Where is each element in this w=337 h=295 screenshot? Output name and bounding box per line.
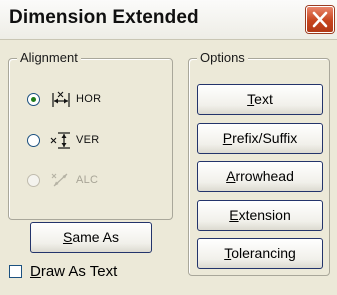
same-as-mnemonic: S bbox=[62, 229, 73, 245]
dimension-extended-dialog: Dimension Extended Alignment HOR VER ALC… bbox=[0, 0, 337, 295]
radio-label-hor: HOR bbox=[76, 93, 102, 105]
horizontal-dimension-icon bbox=[52, 91, 70, 107]
prefix-suffix-button[interactable]: Prefix/Suffix bbox=[197, 123, 323, 154]
text-label: ext bbox=[254, 91, 273, 107]
title-bar[interactable]: Dimension Extended bbox=[0, 0, 337, 40]
radio-label-alc: ALC bbox=[76, 174, 99, 186]
window-title: Dimension Extended bbox=[9, 7, 199, 28]
options-legend: Options bbox=[197, 50, 248, 65]
extension-label: xtension bbox=[238, 207, 291, 223]
vertical-dimension-icon bbox=[50, 132, 70, 149]
close-icon bbox=[312, 11, 328, 28]
alignment-group: Alignment HOR VER ALC bbox=[8, 50, 173, 220]
text-button[interactable]: Text bbox=[197, 84, 323, 115]
extension-mnemonic: E bbox=[229, 207, 239, 223]
tolerancing-button[interactable]: Tolerancing bbox=[197, 238, 323, 269]
arrowhead-label: rrowhead bbox=[235, 168, 294, 184]
draw-as-text-checkbox[interactable]: Draw As Text bbox=[9, 263, 117, 280]
extension-button[interactable]: Extension bbox=[197, 200, 323, 231]
draw-as-text-label: Draw As Text bbox=[30, 263, 117, 280]
radio-ver[interactable]: VER bbox=[27, 129, 100, 151]
draw-as-text-rest: raw As Text bbox=[40, 263, 118, 280]
same-as-label: ame As bbox=[72, 229, 120, 245]
radio-label-ver: VER bbox=[76, 134, 100, 146]
same-as-button[interactable]: Same As bbox=[30, 222, 152, 253]
aligned-dimension-icon bbox=[51, 173, 68, 187]
radio-button-ver[interactable] bbox=[27, 133, 40, 147]
prefix-suffix-mnemonic: P bbox=[222, 130, 233, 146]
radio-button-alc bbox=[27, 173, 40, 187]
arrowhead-button[interactable]: Arrowhead bbox=[197, 161, 323, 192]
radio-button-hor[interactable] bbox=[27, 92, 40, 106]
close-button[interactable] bbox=[306, 6, 334, 33]
tolerancing-label: olerancing bbox=[231, 245, 296, 261]
draw-as-text-box[interactable] bbox=[9, 265, 22, 278]
radio-alc: ALC bbox=[27, 169, 98, 191]
draw-as-text-mnemonic: D bbox=[30, 263, 41, 280]
prefix-suffix-label: refix/Suffix bbox=[232, 130, 298, 146]
alignment-legend: Alignment bbox=[17, 50, 81, 65]
radio-hor[interactable]: HOR bbox=[27, 88, 101, 110]
